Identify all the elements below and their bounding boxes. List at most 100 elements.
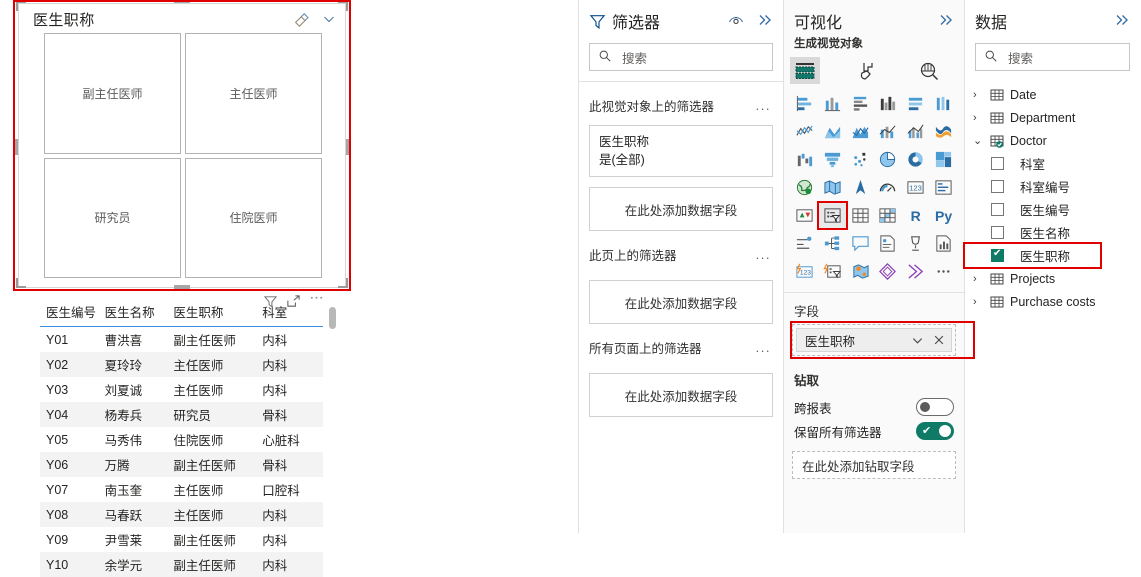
fields-well[interactable]: 医生职称 — [792, 324, 956, 356]
data-field-yisheng-mingcheng[interactable]: 医生名称 — [965, 221, 1140, 244]
chevron-right-icon[interactable]: › — [973, 273, 984, 285]
drill-through-dropzone[interactable]: 在此处添加钻取字段 — [792, 451, 956, 479]
100-stacked-bar-chart-icon[interactable] — [902, 91, 929, 116]
table-row[interactable]: Y07 南玉奎 主任医师 口腔科 — [40, 477, 323, 502]
field-checkbox[interactable] — [991, 180, 1004, 193]
filled-map-icon[interactable] — [819, 175, 846, 200]
stacked-area-chart-icon[interactable] — [847, 119, 874, 144]
selection-corner-handle[interactable] — [338, 1, 348, 11]
field-checkbox[interactable] — [991, 249, 1004, 262]
table-row[interactable]: Y03 刘夏诚 主任医师 内科 — [40, 377, 323, 402]
table-row[interactable]: Y04 杨寿兵 研究员 骨科 — [40, 402, 323, 427]
build-visual-tab[interactable] — [790, 57, 820, 84]
table-scrollbar[interactable] — [329, 303, 336, 531]
data-field-yisheng-zhicheng[interactable]: 医生职称 — [965, 244, 1100, 267]
slicer-tile-grid[interactable]: 副主任医师 主任医师 研究员 住院医师 — [44, 33, 322, 278]
power-automate-icon[interactable] — [819, 259, 846, 284]
chevron-down-icon[interactable] — [911, 334, 924, 347]
treemap-icon[interactable] — [930, 147, 957, 172]
table-row[interactable]: Y02 夏玲玲 主任医师 内科 — [40, 352, 323, 377]
narrative-icon[interactable] — [875, 231, 902, 256]
ribbon-chart-icon[interactable] — [930, 119, 957, 144]
more-visuals-icon[interactable] — [930, 259, 957, 284]
collapse-icon[interactable] — [1114, 13, 1130, 29]
arcgis-maps-icon[interactable] — [847, 259, 874, 284]
slicer-tile[interactable]: 主任医师 — [185, 33, 322, 154]
selection-corner-handle[interactable] — [338, 278, 348, 288]
100-stacked-column-chart-icon[interactable] — [930, 91, 957, 116]
shape-map-icon[interactable] — [847, 175, 874, 200]
filter-dropzone-visual[interactable]: 在此处添加数据字段 — [589, 187, 773, 231]
pie-chart-icon[interactable] — [875, 147, 902, 172]
column-header[interactable]: 医生编号 — [40, 300, 99, 327]
selection-corner-handle[interactable] — [16, 1, 26, 11]
table-row[interactable]: Y06 万腾 副主任医师 骨科 — [40, 452, 323, 477]
slicer-tile[interactable]: 副主任医师 — [44, 33, 181, 154]
field-chip[interactable]: 医生职称 — [796, 328, 952, 352]
data-table-department[interactable]: › Department — [965, 106, 1140, 129]
resize-handle-top[interactable] — [174, 0, 190, 3]
table-icon[interactable] — [847, 203, 874, 228]
filter-dropzone-all-pages[interactable]: 在此处添加数据字段 — [589, 373, 773, 417]
chevron-right-icon[interactable]: › — [973, 112, 984, 124]
funnel-chart-icon[interactable] — [819, 147, 846, 172]
key-influencers-icon[interactable] — [791, 231, 818, 256]
data-search-input[interactable]: 搜索 — [975, 43, 1130, 71]
slicer-visual[interactable]: 医生职称 — [18, 3, 346, 288]
column-header[interactable]: 医生名称 — [99, 300, 168, 327]
data-table-projects[interactable]: › Projects — [965, 267, 1140, 290]
field-checkbox[interactable] — [991, 203, 1004, 216]
more-options-icon[interactable] — [309, 294, 325, 310]
chevron-down-icon[interactable] — [321, 11, 337, 27]
data-field-keshi[interactable]: 科室 — [965, 152, 1140, 175]
stream-visual-icon[interactable] — [902, 259, 929, 284]
chevron-right-icon[interactable]: › — [973, 296, 984, 308]
cross-report-toggle[interactable] — [916, 398, 954, 416]
doctor-table[interactable]: 医生编号 医生名称 医生职称 科室 Y01 曹洪喜 副主任医师 内科 Y02 — [40, 300, 323, 577]
remove-field-icon[interactable] — [933, 334, 945, 346]
collapse-icon[interactable] — [938, 13, 954, 29]
data-table-purchase-costs[interactable]: › Purchase costs — [965, 290, 1140, 313]
report-canvas[interactable]: 医生职称 — [0, 0, 578, 533]
stacked-bar-chart-icon[interactable] — [791, 91, 818, 116]
table-row[interactable]: Y01 曹洪喜 副主任医师 内科 — [40, 327, 323, 353]
line-stacked-column-chart-icon[interactable] — [875, 119, 902, 144]
visual-type-gallery[interactable]: 123 R Py 123 — [784, 88, 964, 290]
qa-visual-icon[interactable] — [847, 231, 874, 256]
matrix-icon[interactable] — [875, 203, 902, 228]
filters-search-input[interactable]: 搜索 — [589, 43, 773, 71]
python-visual-icon[interactable]: Py — [930, 203, 957, 228]
decomposition-tree-icon[interactable] — [819, 231, 846, 256]
map-icon[interactable] — [791, 175, 818, 200]
collapse-icon[interactable] — [757, 13, 773, 29]
area-chart-icon[interactable] — [819, 119, 846, 144]
line-clustered-column-chart-icon[interactable] — [902, 119, 929, 144]
gauge-icon[interactable] — [875, 175, 902, 200]
scatter-chart-icon[interactable] — [847, 147, 874, 172]
multi-row-card-icon[interactable] — [930, 175, 957, 200]
table-visual[interactable]: 医生编号 医生名称 医生职称 科室 Y01 曹洪喜 副主任医师 内科 Y02 — [40, 300, 323, 533]
resize-handle-left[interactable] — [14, 139, 18, 155]
clustered-bar-chart-icon[interactable] — [847, 91, 874, 116]
chevron-right-icon[interactable]: › — [973, 89, 984, 101]
clustered-column-chart-icon[interactable] — [875, 91, 902, 116]
analytics-tab[interactable] — [914, 57, 944, 84]
data-table-doctor[interactable]: ⌄ Doctor — [965, 129, 1140, 152]
visio-visual-icon[interactable] — [875, 259, 902, 284]
table-row[interactable]: Y05 马秀伟 住院医师 心脏科 — [40, 427, 323, 452]
card-icon[interactable]: 123 — [902, 175, 929, 200]
scrollbar-thumb[interactable] — [329, 307, 336, 329]
filter-icon[interactable] — [263, 294, 279, 310]
field-checkbox[interactable] — [991, 226, 1004, 239]
more-options-icon[interactable]: ... — [756, 98, 771, 113]
power-apps-icon[interactable]: 123 — [791, 259, 818, 284]
chevron-down-icon[interactable]: ⌄ — [973, 134, 984, 147]
data-table-date[interactable]: › Date — [965, 83, 1140, 106]
drill-cross-report-row[interactable]: 跨报表 — [784, 395, 964, 419]
data-field-keshi-bianhao[interactable]: 科室编号 — [965, 175, 1140, 198]
line-chart-icon[interactable] — [791, 119, 818, 144]
paginated-report-icon[interactable] — [930, 231, 957, 256]
slicer-tile[interactable]: 研究员 — [44, 158, 181, 279]
eye-icon[interactable] — [728, 13, 744, 29]
eraser-icon[interactable] — [293, 11, 309, 27]
